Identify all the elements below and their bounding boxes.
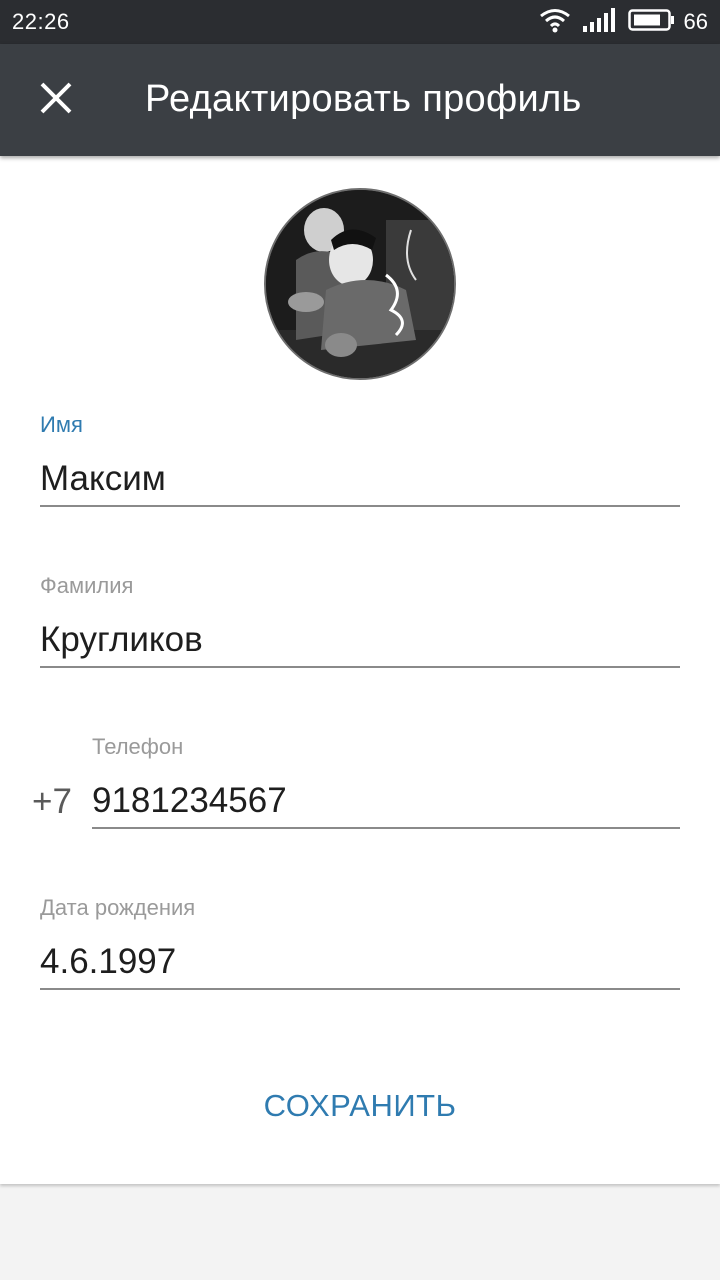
wifi-icon — [538, 7, 572, 38]
page-title: Редактировать профиль — [145, 78, 582, 120]
status-icons: 66 — [538, 7, 708, 38]
last-name-field: Фамилия Кругликов — [40, 573, 680, 668]
close-button[interactable] — [22, 66, 90, 134]
signal-icon — [582, 7, 618, 37]
birth-date-label: Дата рождения — [40, 895, 196, 920]
birth-date-input[interactable]: 4.6.1997 — [40, 934, 680, 990]
battery-level: 66 — [683, 9, 708, 34]
last-name-label: Фамилия — [40, 573, 134, 598]
phone-country-code: +7 — [32, 782, 72, 821]
close-icon — [39, 81, 73, 120]
last-name-input[interactable]: Кругликов — [40, 612, 680, 668]
status-time: 22:26 — [12, 9, 70, 34]
phone-field: Телефон 9181234567 — [92, 734, 680, 829]
avatar[interactable] — [264, 188, 456, 380]
app-bar: Редактировать профиль — [0, 44, 720, 156]
profile-form-card: Имя Максим Фамилия Кругликов +7 Телефон … — [0, 156, 720, 1184]
first-name-field: Имя Максим — [40, 412, 680, 507]
birth-date-field: Дата рождения 4.6.1997 — [40, 895, 680, 990]
phone-label: Телефон — [92, 734, 184, 759]
status-bar: 22:26 66 — [0, 0, 720, 44]
avatar-photo — [266, 190, 454, 378]
battery-icon — [627, 8, 674, 37]
save-button[interactable]: СОХРАНИТЬ — [200, 1076, 520, 1136]
first-name-label: Имя — [40, 412, 83, 437]
phone-input[interactable]: 9181234567 — [92, 773, 680, 829]
first-name-input[interactable]: Максим — [40, 451, 680, 507]
